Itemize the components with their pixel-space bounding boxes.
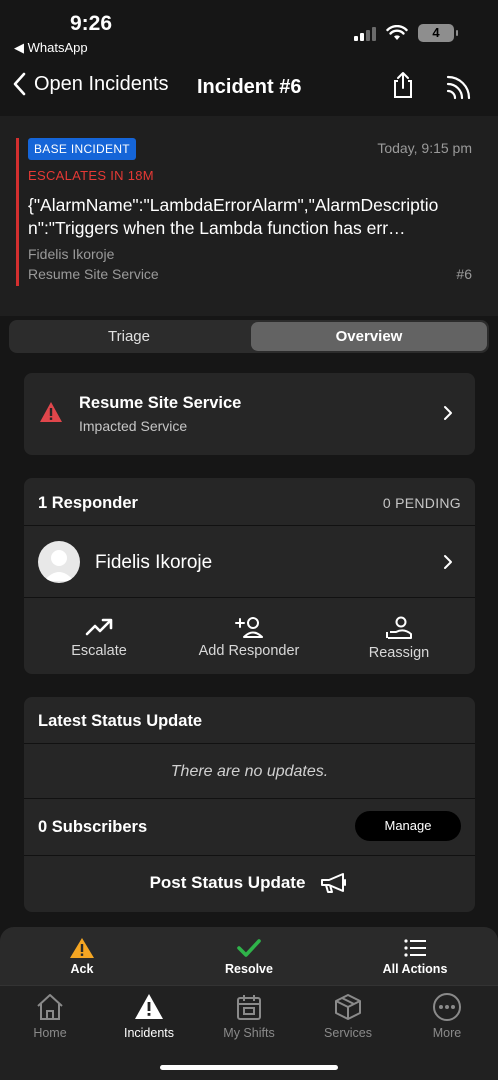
impacted-service-name: Resume Site Service [79,394,242,412]
chevron-right-icon [444,406,452,420]
trending-up-icon [85,618,113,636]
all-actions-button[interactable]: All Actions [355,937,475,976]
more-icon [433,993,461,1021]
calendar-icon [237,995,261,1020]
reassign-label: Reassign [368,645,430,661]
navigation-bar: Open Incidents Incident #6 [0,62,498,116]
reassign-person-icon [386,616,412,639]
warning-icon [70,938,94,958]
responders-card: 1 Responder 0 PENDING Fidelis Ikoroje Es… [24,478,475,674]
broadcast-icon [446,75,471,100]
incident-type-badge: BASE INCIDENT [28,138,136,160]
cellular-signal-icon [354,25,376,41]
megaphone-icon [321,873,347,893]
reassign-button[interactable]: Reassign [324,616,474,661]
tab-services-label: Services [324,1026,372,1040]
cast-button[interactable] [444,72,474,107]
all-actions-label: All Actions [382,962,448,976]
incident-time: Today, 9:15 pm [377,140,472,156]
incident-header: BASE INCIDENT Today, 9:15 pm ESCALATES I… [0,116,498,316]
warning-icon [135,994,163,1019]
post-status-update-button[interactable]: Post Status Update [24,872,475,894]
ack-button[interactable]: Ack [22,937,142,976]
divider [24,855,475,856]
tab-more-label: More [432,1026,462,1040]
divider [24,743,475,744]
impacted-service-card[interactable]: Resume Site Service Impacted Service [24,373,475,455]
back-button-label: Open Incidents [34,72,169,95]
add-responder-button[interactable]: Add Responder [174,616,324,659]
tab-my-shifts-label: My Shifts [223,1026,275,1040]
home-indicator[interactable] [160,1065,338,1070]
page-title: Incident #6 [197,76,302,98]
home-icon [37,994,63,1020]
avatar [38,541,80,583]
escalation-timer: ESCALATES IN 18M [28,168,154,183]
tab-home[interactable]: Home [5,992,95,1040]
responder-name[interactable]: Fidelis Ikoroje [95,552,212,574]
manage-subscribers-button[interactable]: Manage [355,811,461,841]
incident-action-bar: Ack Resolve All Actions [0,927,498,985]
incident-service: Resume Site Service [28,266,159,282]
tab-more[interactable]: More [402,992,492,1040]
cube-icon [335,994,361,1020]
pending-count: 0 PENDING [382,495,461,511]
escalate-button[interactable]: Escalate [24,616,174,659]
clock: 9:26 [70,12,113,35]
share-button[interactable] [388,70,418,105]
share-icon [394,72,412,98]
view-segmented-control: Triage Overview [9,320,489,353]
warning-icon [40,402,62,422]
resolve-label: Resolve [225,962,273,976]
incident-number: #6 [456,266,472,282]
status-icons: 4 [354,24,458,42]
add-person-icon [235,617,263,638]
chevron-left-icon [13,72,26,96]
incident-summary: {"AlarmName":"LambdaErrorAlarm","AlarmDe… [28,195,439,238]
chevron-right-icon[interactable] [443,554,453,570]
tab-home-label: Home [33,1026,67,1040]
wifi-icon [386,25,408,40]
tab-overview[interactable]: Overview [251,322,487,351]
divider [24,525,475,526]
battery-icon: 4 [418,24,458,42]
status-update-card: Latest Status Update There are no update… [24,697,475,912]
ack-label: Ack [70,962,94,976]
urgency-bar [16,138,19,286]
impacted-service-subtitle: Impacted Service [79,418,188,434]
responders-heading: 1 Responder [38,494,138,512]
tab-incidents[interactable]: Incidents [104,992,194,1040]
divider [24,798,475,799]
subscribers-count: 0 Subscribers [38,818,148,836]
empty-updates-message: There are no updates. [170,763,329,780]
incident-assignee: Fidelis Ikoroje [28,246,115,262]
list-icon [404,939,426,957]
tab-my-shifts[interactable]: My Shifts [204,992,294,1040]
resolve-button[interactable]: Resolve [189,937,309,976]
checkmark-icon [237,939,261,957]
tab-services[interactable]: Services [303,992,393,1040]
tab-incidents-label: Incidents [123,1026,175,1040]
back-button[interactable]: Open Incidents [12,72,169,96]
back-to-app-link[interactable]: ◀ WhatsApp [14,40,88,56]
post-status-update-label: Post Status Update [149,873,306,892]
escalate-label: Escalate [71,643,127,659]
divider [24,597,475,598]
tab-triage[interactable]: Triage [11,322,247,351]
add-responder-label: Add Responder [198,643,300,659]
status-update-heading: Latest Status Update [38,712,203,730]
status-bar: 9:26 ◀ WhatsApp 4 [0,0,498,62]
